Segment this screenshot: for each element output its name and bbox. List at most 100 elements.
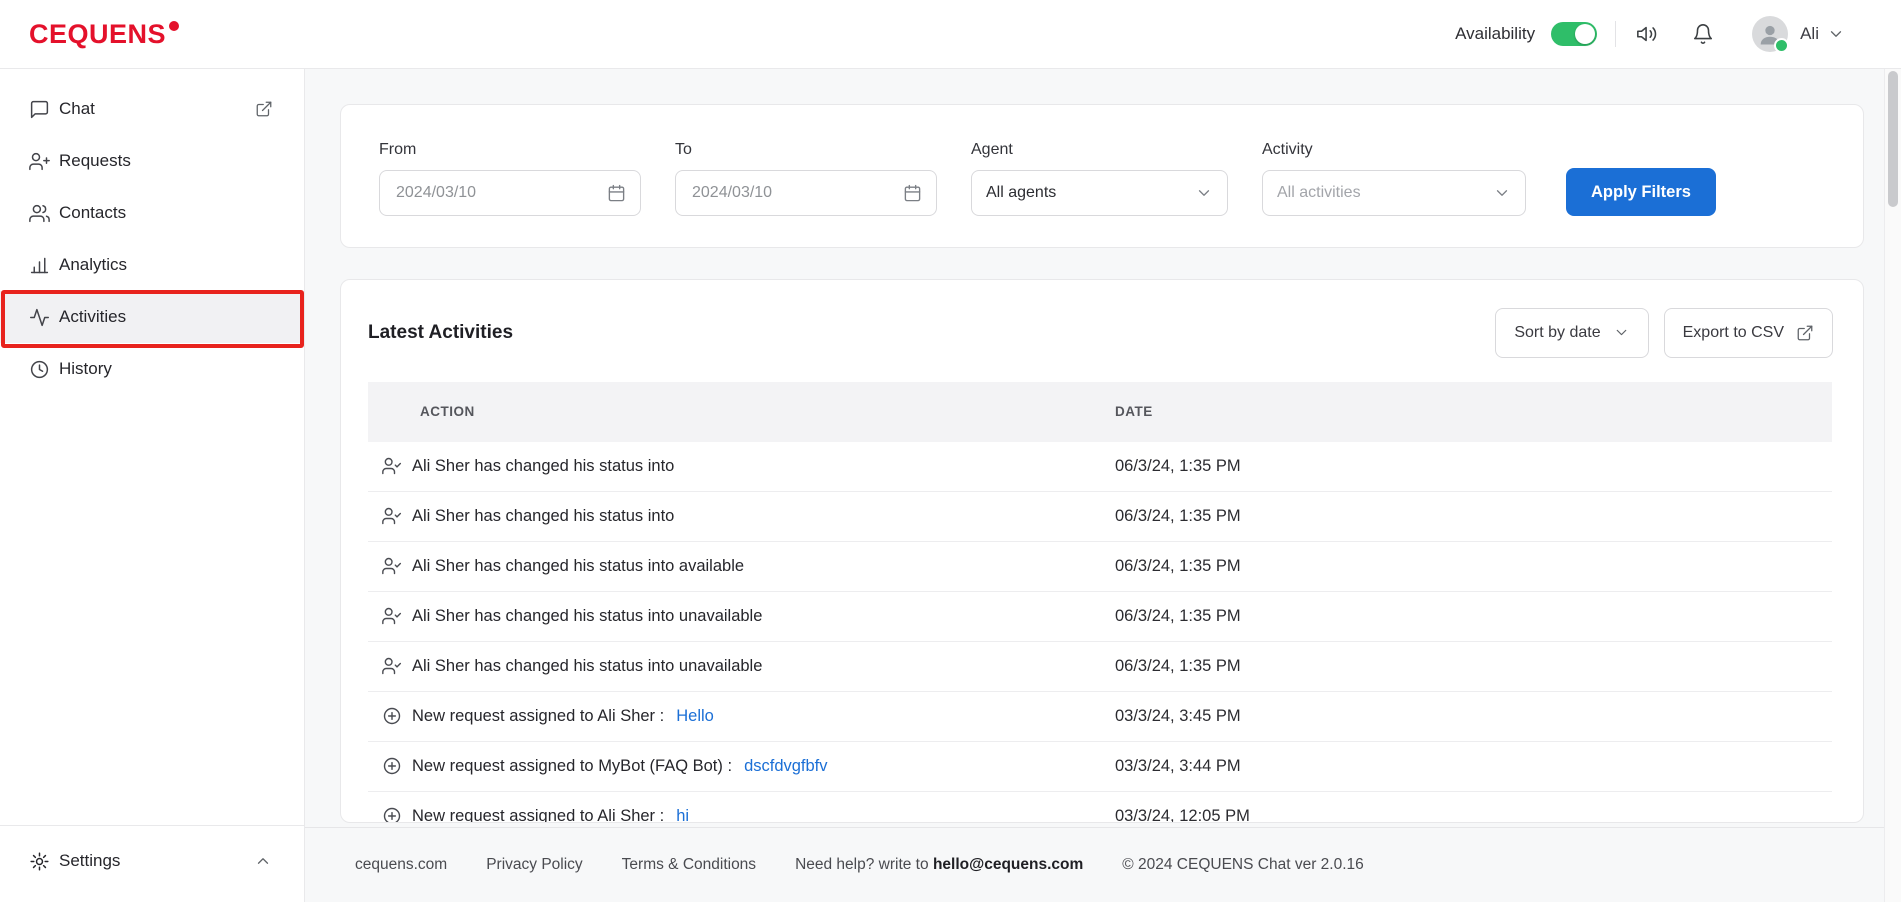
user-menu[interactable]: Ali — [1752, 16, 1845, 53]
footer-link-terms[interactable]: Terms & Conditions — [622, 856, 756, 874]
to-date-group: To — [675, 141, 937, 216]
chevron-down-icon — [1493, 184, 1511, 202]
main-content: From To — [305, 69, 1901, 902]
availability-toggle[interactable] — [1551, 22, 1598, 46]
agent-filter-group: Agent All agents — [971, 141, 1228, 216]
external-link-icon[interactable] — [255, 100, 273, 118]
activity-text: New request assigned to MyBot (FAQ Bot) … — [412, 756, 733, 775]
table-row: Ali Sher has changed his status into 06/… — [368, 442, 1832, 492]
footer: cequens.com Privacy Policy Terms & Condi… — [305, 827, 1884, 902]
activity-link[interactable]: dscfdvgfbfv — [744, 757, 827, 776]
sort-label: Sort by date — [1514, 323, 1601, 341]
user-status-icon — [382, 606, 402, 626]
chevron-up-icon[interactable] — [254, 852, 272, 870]
chevron-down-icon — [1195, 184, 1213, 202]
bell-icon — [1692, 23, 1714, 45]
header-divider — [1615, 21, 1617, 47]
calendar-icon[interactable] — [607, 184, 626, 203]
user-status-icon — [382, 556, 402, 576]
to-date-input[interactable] — [675, 170, 937, 216]
sidebar-item-requests[interactable]: Requests — [0, 135, 304, 187]
plus-circle-icon — [382, 756, 402, 776]
activity-action-cell: Ali Sher has changed his status into — [368, 456, 1115, 476]
from-label: From — [379, 141, 417, 158]
table-row: New request assigned to MyBot (FAQ Bot) … — [368, 742, 1832, 792]
table-row: Ali Sher has changed his status into una… — [368, 592, 1832, 642]
export-csv-button[interactable]: Export to CSV — [1663, 307, 1833, 358]
notifications-button[interactable] — [1688, 19, 1718, 49]
sidebar-item-analytics[interactable]: Analytics — [0, 239, 304, 291]
from-date-value[interactable] — [394, 183, 607, 203]
activity-date: 06/3/24, 1:35 PM — [1115, 656, 1241, 675]
sidebar-item-label: Activities — [59, 307, 127, 326]
settings-label: Settings — [59, 851, 121, 870]
activity-pulse-icon — [29, 307, 50, 328]
vertical-scrollbar[interactable] — [1884, 69, 1901, 902]
activity-action-cell: Ali Sher has changed his status into ava… — [368, 556, 1115, 576]
activity-action-cell: Ali Sher has changed his status into una… — [368, 656, 1115, 676]
activity-text: Ali Sher has changed his status into — [412, 456, 675, 475]
activities-actions: Sort by date Export to CSV — [1495, 307, 1833, 358]
footer-link-privacy[interactable]: Privacy Policy — [486, 856, 582, 874]
activity-action-cell: Ali Sher has changed his status into una… — [368, 606, 1115, 626]
sidebar-item-activities[interactable]: Activities — [0, 291, 304, 343]
sidebar-item-settings[interactable]: Settings — [0, 838, 304, 884]
sidebar-item-label: Analytics — [59, 255, 128, 274]
from-date-input[interactable] — [379, 170, 641, 216]
logo-dot-icon — [169, 20, 180, 31]
table-row: Ali Sher has changed his status into ava… — [368, 542, 1832, 592]
help-email[interactable]: hello@cequens.com — [933, 856, 1083, 873]
activity-selected-value: All activities — [1277, 184, 1361, 201]
gear-icon — [29, 851, 50, 872]
topbar-actions: Availability Ali — [1455, 16, 1845, 53]
history-clock-icon — [29, 359, 50, 380]
help-prefix: Need help? write to — [795, 856, 929, 873]
sidebar-item-label: Requests — [59, 151, 131, 170]
activity-label: Activity — [1262, 141, 1313, 158]
sidebar-item-label: Contacts — [59, 203, 127, 222]
logo-text: CEQUENS — [29, 18, 167, 49]
activity-text: Ali Sher has changed his status into — [412, 506, 675, 525]
sidebar-item-contacts[interactable]: Contacts — [0, 187, 304, 239]
sidebar-item-chat[interactable]: Chat — [0, 83, 304, 135]
activity-action-cell: New request assigned to Ali Sher : hi — [368, 806, 1115, 823]
activity-date: 03/3/24, 3:44 PM — [1115, 756, 1241, 775]
sound-icon — [1636, 23, 1658, 45]
activity-text: Ali Sher has changed his status into una… — [412, 656, 763, 675]
sound-button[interactable] — [1632, 19, 1662, 49]
chat-icon — [29, 99, 50, 120]
activity-link[interactable]: Hello — [676, 707, 714, 726]
scrollbar-thumb[interactable] — [1888, 71, 1898, 207]
activity-date: 03/3/24, 3:45 PM — [1115, 706, 1241, 725]
user-status-icon — [382, 656, 402, 676]
activity-text: New request assigned to Ali Sher : — [412, 806, 665, 823]
latest-activities-panel: Latest Activities Sort by date Export to… — [340, 279, 1864, 823]
activity-text: New request assigned to Ali Sher : — [412, 706, 665, 725]
sidebar-item-label: History — [59, 359, 112, 378]
activity-text: Ali Sher has changed his status into ava… — [412, 556, 745, 575]
table-row: New request assigned to Ali Sher : Hello… — [368, 692, 1832, 742]
sort-by-date-button[interactable]: Sort by date — [1495, 307, 1649, 358]
activity-text: Ali Sher has changed his status into una… — [412, 606, 763, 625]
filters-panel: From To — [340, 104, 1864, 248]
activity-date: 06/3/24, 1:35 PM — [1115, 506, 1241, 525]
footer-link-cequens[interactable]: cequens.com — [355, 856, 447, 874]
activity-date: 06/3/24, 1:35 PM — [1115, 556, 1241, 575]
activity-select[interactable]: All activities — [1262, 170, 1526, 216]
chevron-down-icon — [1613, 324, 1630, 341]
to-date-value[interactable] — [690, 183, 903, 203]
activity-action-cell: New request assigned to Ali Sher : Hello — [368, 706, 1115, 726]
calendar-icon[interactable] — [903, 184, 922, 203]
agent-select[interactable]: All agents — [971, 170, 1228, 216]
activity-action-cell: New request assigned to MyBot (FAQ Bot) … — [368, 756, 1115, 776]
activity-filter-group: Activity All activities — [1262, 141, 1526, 216]
sidebar-item-history[interactable]: History — [0, 343, 304, 395]
activity-link[interactable]: hi — [676, 807, 689, 822]
cequens-logo[interactable]: CEQUENS — [29, 18, 180, 50]
user-name: Ali — [1800, 24, 1819, 43]
sidebar: Chat Requests Contacts Analytics Activit… — [0, 69, 305, 902]
person-add-icon — [29, 151, 50, 172]
user-status-icon — [382, 456, 402, 476]
apply-filters-button[interactable]: Apply Filters — [1566, 168, 1716, 216]
online-status-dot — [1774, 38, 1790, 53]
